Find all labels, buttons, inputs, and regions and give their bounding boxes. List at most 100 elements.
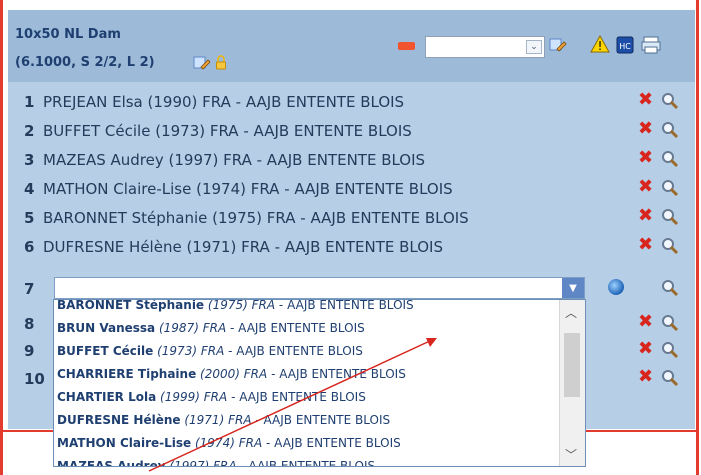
option-club: - AAJB ENTENTE BLOIS [271, 367, 406, 381]
option-name: CHARRIERE Tiphaine [57, 367, 197, 381]
hc-icon[interactable]: HC [616, 36, 634, 54]
delete-icon[interactable]: ✖ [638, 149, 653, 167]
delete-icon[interactable]: ✖ [638, 178, 653, 196]
entry-name: BUFFET Cécile (1973) FRA - AAJB ENTENTE … [43, 122, 412, 140]
magnifier-icon[interactable] [660, 237, 680, 255]
magnifier-icon[interactable] [660, 314, 680, 332]
entry-name: MATHON Claire-Lise (1974) FRA - AAJB ENT… [43, 180, 453, 198]
option-name: BUFFET Cécile [57, 344, 154, 358]
option-name: BRUN Vanessa [57, 321, 156, 335]
option-club: - AAJB ENTENTE BLOIS [230, 321, 365, 335]
option-year: (1971) [184, 413, 225, 427]
header-select[interactable]: ⌄ [425, 36, 545, 58]
option-country: FRA [251, 299, 276, 312]
delete-icon[interactable]: ✖ [638, 340, 653, 358]
option-name: MATHON Claire-Lise [57, 436, 192, 450]
edit-icon[interactable] [193, 55, 211, 71]
dropdown-option[interactable]: BRUN Vanessa (1987) FRA - AAJB ENTENTE B… [54, 321, 564, 344]
option-year: (1975) [207, 299, 248, 312]
option-club: - AAJB ENTENTE BLOIS [278, 299, 414, 312]
magnifier-icon[interactable] [660, 121, 680, 139]
delete-icon[interactable]: ✖ [638, 236, 653, 254]
option-name: BARONNET Stéphanie [57, 299, 205, 312]
option-country: FRA [243, 367, 268, 381]
option-club: - AAJB ENTENTE BLOIS [240, 459, 376, 467]
entry-name: DUFRESNE Hélène (1971) FRA - AAJB ENTENT… [43, 238, 444, 256]
event-details-text: (6.1000, S 2/2, L 2) [15, 55, 155, 70]
entry-row[interactable]: 6 DUFRESNE Hélène (1971) FRA - AAJB ENTE… [24, 234, 694, 258]
dropdown-option[interactable]: BARONNET Stéphanie (1975) FRA - AAJB ENT… [54, 299, 564, 321]
lock-icon[interactable] [213, 55, 229, 71]
option-club: - AAJB ENTENTE BLOIS [228, 344, 363, 358]
option-year: (2000) [200, 367, 240, 381]
magnifier-icon[interactable] [660, 341, 680, 359]
option-year: (1973) [157, 344, 198, 358]
magnifier-icon[interactable] [660, 279, 680, 297]
magnifier-icon[interactable] [660, 150, 680, 168]
entry-row[interactable]: 2 BUFFET Cécile (1973) FRA - AAJB ENTENT… [24, 118, 694, 142]
chevron-down-icon[interactable]: ⌄ [526, 40, 542, 54]
entry-row[interactable]: 3 MAZEAS Audrey (1997) FRA - AAJB ENTENT… [24, 147, 694, 171]
dropdown-scrollbar[interactable]: ︿ ﹀ [559, 300, 585, 466]
dropdown-option[interactable]: CHARTIER Lola (1999) FRA - AAJB ENTENTE … [54, 390, 564, 413]
dropdown-option[interactable]: MAZEAS Audrey (1997) FRA - AAJB ENTENTE … [54, 459, 564, 467]
warning-icon[interactable]: ! [590, 35, 610, 53]
refresh-icon[interactable] [608, 279, 624, 295]
entry-name: MAZEAS Audrey (1997) FRA - AAJB ENTENTE … [43, 151, 426, 169]
entry-number: 8 [24, 315, 35, 333]
entry-number: 3 [24, 151, 35, 169]
entry-row[interactable]: 1 PREJEAN Elsa (1990) FRA - AAJB ENTENTE… [24, 89, 694, 113]
entry-number: 6 [24, 238, 35, 256]
magnifier-icon[interactable] [660, 208, 680, 226]
option-year: (1987) [158, 321, 199, 335]
option-club: - AAJB ENTENTE BLOIS [255, 413, 391, 427]
entry-name: PREJEAN Elsa (1990) FRA - AAJB ENTENTE B… [43, 93, 405, 111]
dropdown-option[interactable]: BUFFET Cécile (1973) FRA - AAJB ENTENTE … [54, 344, 564, 367]
entry-number: 1 [24, 93, 35, 111]
option-year: (1974) [194, 436, 235, 450]
entry-number: 9 [24, 342, 35, 360]
scroll-thumb[interactable] [564, 333, 580, 397]
left-border-line [0, 0, 3, 475]
entry-row[interactable]: 4 MATHON Claire-Lise (1974) FRA - AAJB E… [24, 176, 694, 200]
delete-icon[interactable]: ✖ [638, 120, 653, 138]
option-country: FRA [238, 436, 263, 450]
delete-icon[interactable]: ✖ [638, 368, 653, 386]
athlete-dropdown[interactable]: BARONNET Stéphanie (1975) FRA - AAJB ENT… [53, 299, 586, 467]
event-title: 10x50 NL Dam [15, 27, 121, 42]
magnifier-icon[interactable] [660, 369, 680, 387]
chevron-down-icon[interactable]: ﹀ [565, 446, 577, 463]
edit-icon[interactable] [549, 37, 567, 53]
option-year: (1997) [169, 459, 210, 467]
delete-icon[interactable]: ✖ [638, 91, 653, 109]
dropdown-toggle-icon[interactable]: ▼ [562, 278, 584, 298]
svg-text:HC: HC [619, 42, 631, 51]
delete-icon[interactable]: ✖ [638, 207, 653, 225]
magnifier-icon[interactable] [660, 179, 680, 197]
option-name: MAZEAS Audrey [57, 459, 166, 467]
right-border-line [696, 0, 699, 475]
entry-number: 4 [24, 180, 35, 198]
option-country: FRA [228, 413, 252, 427]
svg-text:!: ! [598, 39, 603, 53]
entry-name: BARONNET Stéphanie (1975) FRA - AAJB ENT… [43, 209, 469, 227]
delete-icon[interactable]: ✖ [638, 313, 653, 331]
option-year: (1999) [160, 390, 200, 404]
minus-icon[interactable] [398, 42, 415, 50]
option-club: - AAJB ENTENTE BLOIS [266, 436, 401, 450]
entry-number: 7 [24, 280, 35, 298]
dropdown-option[interactable]: CHARRIERE Tiphaine (2000) FRA - AAJB ENT… [54, 367, 564, 390]
athlete-search-input[interactable]: ▼ [54, 277, 585, 299]
option-country: FRA [200, 344, 225, 358]
event-details: (6.1000, S 2/2, L 2) [15, 55, 155, 70]
option-country: FRA [202, 321, 227, 335]
option-country: FRA [213, 459, 237, 467]
entry-row[interactable]: 5 BARONNET Stéphanie (1975) FRA - AAJB E… [24, 205, 694, 229]
dropdown-option[interactable]: DUFRESNE Hélène (1971) FRA - AAJB ENTENT… [54, 413, 564, 436]
entry-number: 5 [24, 209, 35, 227]
dropdown-option[interactable]: MATHON Claire-Lise (1974) FRA - AAJB ENT… [54, 436, 564, 459]
magnifier-icon[interactable] [660, 92, 680, 110]
entry-number: 10 [24, 370, 45, 388]
print-icon[interactable] [640, 36, 662, 54]
chevron-up-icon[interactable]: ︿ [565, 304, 577, 321]
